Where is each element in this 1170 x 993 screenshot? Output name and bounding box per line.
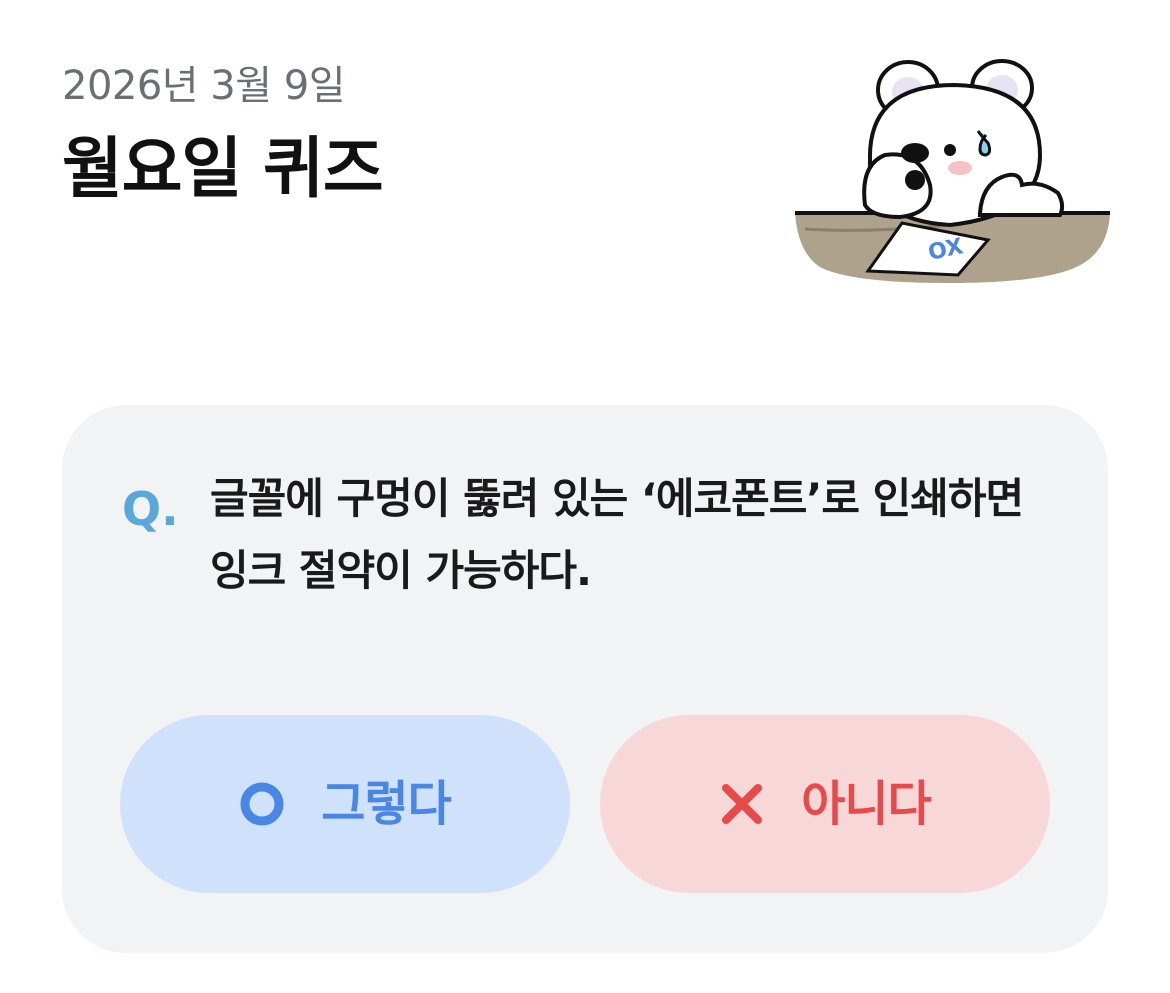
date-label: 2026년 3월 9일 [62,63,346,109]
answer-no-label: 아니다 [801,776,931,832]
answer-no-button[interactable]: 아니다 [600,715,1050,893]
bear-mascot-illustration: OX [795,59,1110,283]
question-text: 글꼴에 구멍이 뚫려 있는 ‘에코폰트’로 인쇄하면 잉크 절약이 가능하다. [210,474,1024,595]
answer-yes-label: 그렇다 [321,776,451,832]
question-prefix: Q. [122,482,179,536]
page-title: 월요일 퀴즈 [62,130,384,207]
quiz-card: Q. 글꼴에 구멍이 뚫려 있는 ‘에코폰트’로 인쇄하면 잉크 절약이 가능하… [62,405,1108,953]
circle-o-icon [239,781,285,827]
x-mark-icon [719,781,765,827]
answer-yes-button[interactable]: 그렇다 [120,715,570,893]
